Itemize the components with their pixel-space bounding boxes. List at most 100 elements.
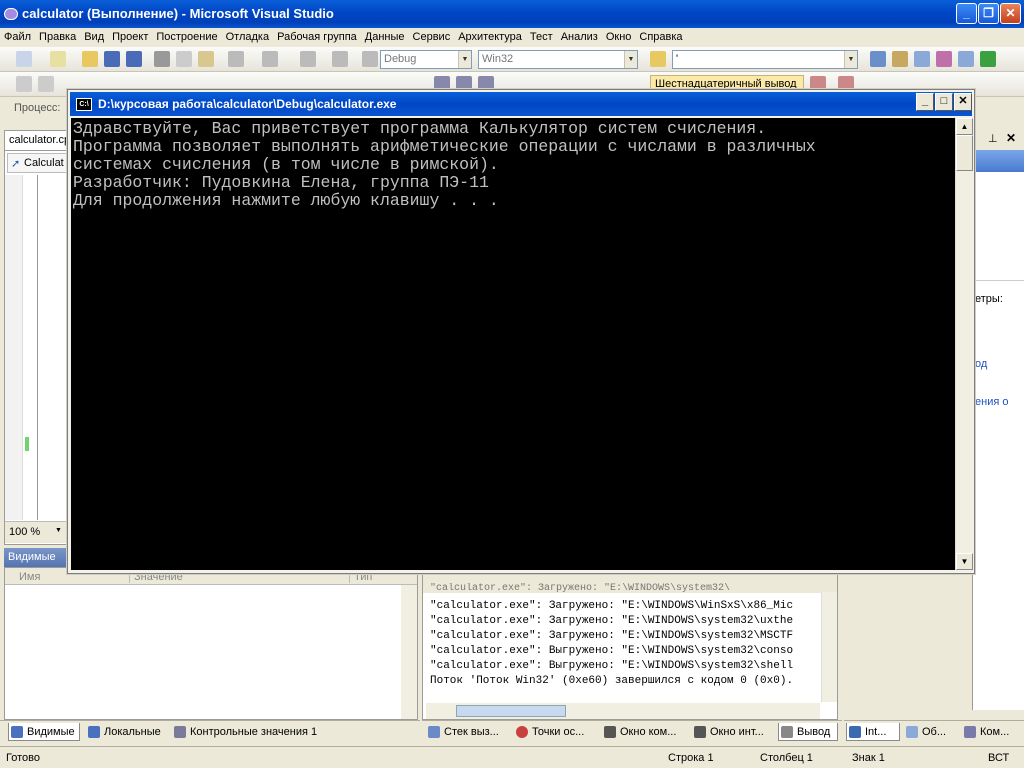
menu-architecture[interactable]: Архитектура bbox=[454, 28, 526, 47]
configuration-value: Debug bbox=[384, 53, 417, 65]
save-all-icon[interactable] bbox=[126, 51, 142, 67]
console-maximize-button[interactable]: □ bbox=[935, 93, 953, 111]
cut-icon[interactable] bbox=[154, 51, 170, 67]
output-hscrollbar[interactable] bbox=[426, 703, 820, 719]
toolbox-icon[interactable] bbox=[936, 51, 952, 67]
tool-icon[interactable] bbox=[16, 76, 32, 92]
console-window[interactable]: C:\ D:\курсовая работа\calculator\Debug\… bbox=[67, 89, 975, 574]
open-folder-icon[interactable] bbox=[82, 51, 98, 67]
undo-icon[interactable] bbox=[228, 51, 244, 67]
help-link-2[interactable]: ения о bbox=[975, 396, 1008, 408]
menu-build[interactable]: Построение bbox=[152, 28, 221, 47]
col-name[interactable]: Имя bbox=[19, 571, 40, 583]
chevron-down-icon: ▼ bbox=[624, 51, 637, 68]
menu-help[interactable]: Справка bbox=[635, 28, 686, 47]
hscroll-thumb[interactable] bbox=[456, 705, 566, 717]
exit-icon[interactable] bbox=[980, 51, 996, 67]
navigate-back-icon[interactable] bbox=[300, 51, 316, 67]
minimize-button[interactable]: _ bbox=[956, 3, 977, 24]
menu-debug[interactable]: Отладка bbox=[222, 28, 273, 47]
tab-watch-1[interactable]: Контрольные значения 1 bbox=[172, 723, 332, 741]
menu-team[interactable]: Рабочая группа bbox=[273, 28, 361, 47]
editor-tab-label: calculator.cp bbox=[9, 134, 68, 146]
start-debug-icon[interactable] bbox=[362, 51, 378, 67]
save-icon[interactable] bbox=[104, 51, 120, 67]
menu-bar: Файл Правка Вид Проект Построение Отладка Рабо… bbox=[0, 28, 1024, 47]
help-link-1[interactable]: од bbox=[975, 358, 987, 370]
navigate-forward-icon[interactable] bbox=[332, 51, 348, 67]
watch-scrollbar[interactable] bbox=[401, 585, 417, 719]
menu-file[interactable]: Файл bbox=[0, 28, 35, 47]
output-line-cut: "calculator.exe": Загружено: "E:\WINDOWS… bbox=[430, 583, 731, 594]
console-output[interactable]: Здравствуйте, Вас приветствует программа… bbox=[71, 118, 955, 570]
locals-icon bbox=[88, 726, 100, 738]
immediate-window-icon bbox=[694, 726, 706, 738]
close-icon[interactable]: ✕ bbox=[1006, 131, 1016, 145]
scroll-down-icon[interactable]: ▼ bbox=[956, 553, 973, 570]
scroll-thumb[interactable] bbox=[956, 135, 973, 171]
tab-output[interactable]: Вывод bbox=[778, 723, 838, 741]
object-browser-icon[interactable] bbox=[914, 51, 930, 67]
right-panel-header: ⊥ ✕ bbox=[972, 130, 1024, 150]
tab-label: Точки ос... bbox=[532, 726, 585, 738]
output-vscrollbar[interactable] bbox=[821, 592, 837, 702]
properties-icon[interactable] bbox=[892, 51, 908, 67]
menu-window[interactable]: Окно bbox=[602, 28, 636, 47]
vs-titlebar[interactable]: calculator (Выполнение) - Microsoft Visu… bbox=[0, 0, 1024, 28]
bottom-left-tabs: Видимые Локальные Контрольные значения 1 bbox=[0, 720, 420, 742]
new-project-icon[interactable] bbox=[16, 51, 32, 67]
add-item-icon[interactable] bbox=[50, 51, 66, 67]
properties-panel: етры: од ения о bbox=[972, 150, 1024, 710]
restore-button[interactable]: ❐ bbox=[978, 3, 999, 24]
tab-command-window[interactable]: Окно ком... bbox=[602, 723, 688, 741]
console-minimize-button[interactable]: _ bbox=[916, 93, 934, 111]
find-input[interactable]: ' ▼ bbox=[672, 50, 858, 69]
start-page-icon[interactable] bbox=[958, 51, 974, 67]
console-app-icon[interactable]: C:\ bbox=[76, 98, 92, 111]
code-editor[interactable]: ➚ Calculat 100 % ▼ bbox=[4, 150, 68, 545]
watch-icon bbox=[174, 726, 186, 738]
menu-data[interactable]: Данные bbox=[361, 28, 409, 47]
redo-icon[interactable] bbox=[262, 51, 278, 67]
vs-logo-icon bbox=[4, 8, 18, 20]
console-scrollbar[interactable]: ▲ ▼ bbox=[955, 118, 973, 570]
tab-team[interactable]: Ком... bbox=[962, 723, 1020, 741]
close-button[interactable]: ✕ bbox=[1000, 3, 1021, 24]
tab-breakpoints[interactable]: Точки ос... bbox=[514, 723, 598, 741]
menu-project[interactable]: Проект bbox=[108, 28, 152, 47]
tab-locals[interactable]: Локальные bbox=[86, 723, 166, 741]
params-text: етры: bbox=[975, 293, 1003, 305]
nav-item-label: Calculat bbox=[24, 157, 64, 169]
solution-explorer-icon[interactable] bbox=[870, 51, 886, 67]
nav-dropdown[interactable]: ➚ Calculat bbox=[7, 153, 67, 173]
copy-icon[interactable] bbox=[176, 51, 192, 67]
menu-analyze[interactable]: Анализ bbox=[557, 28, 602, 47]
tab-immediate-window[interactable]: Окно инт... bbox=[692, 723, 776, 741]
console-titlebar[interactable]: C:\ D:\курсовая работа\calculator\Debug\… bbox=[70, 92, 972, 116]
arrow-icon: ➚ bbox=[11, 158, 21, 170]
menu-tools[interactable]: Сервис bbox=[409, 28, 455, 47]
output-line: "calculator.exe": Загружено: "E:\WINDOWS… bbox=[430, 615, 794, 627]
tool-icon[interactable] bbox=[38, 76, 54, 92]
tab-call-stack[interactable]: Стек выз... bbox=[426, 723, 512, 741]
console-close-button[interactable]: ✕ bbox=[954, 93, 972, 111]
configuration-select[interactable]: Debug ▼ bbox=[380, 50, 472, 69]
tab-label: Стек выз... bbox=[444, 726, 499, 738]
scroll-up-icon[interactable]: ▲ bbox=[956, 118, 973, 135]
paste-icon[interactable] bbox=[198, 51, 214, 67]
platform-select[interactable]: Win32 ▼ bbox=[478, 50, 638, 69]
find-in-files-icon[interactable] bbox=[650, 51, 666, 67]
menu-edit[interactable]: Правка bbox=[35, 28, 80, 47]
zoom-select[interactable]: 100 % ▼ bbox=[5, 521, 67, 543]
bottom-right-tabs: Int... Об... Ком... bbox=[844, 720, 1024, 742]
tab-intellitrace[interactable]: Int... bbox=[846, 723, 900, 741]
tab-solution[interactable]: Об... bbox=[904, 723, 958, 741]
output-line: "calculator.exe": Выгружено: "E:\WINDOWS… bbox=[430, 645, 794, 657]
tab-autos[interactable]: Видимые bbox=[8, 723, 80, 741]
console-line: системах счисления (в том числе в римско… bbox=[73, 155, 499, 174]
menu-view[interactable]: Вид bbox=[80, 28, 108, 47]
tab-label: Контрольные значения 1 bbox=[190, 726, 318, 738]
menu-test[interactable]: Тест bbox=[526, 28, 557, 47]
pin-icon[interactable]: ⊥ bbox=[988, 132, 998, 145]
editor-tab[interactable]: calculator.cp bbox=[4, 130, 68, 150]
